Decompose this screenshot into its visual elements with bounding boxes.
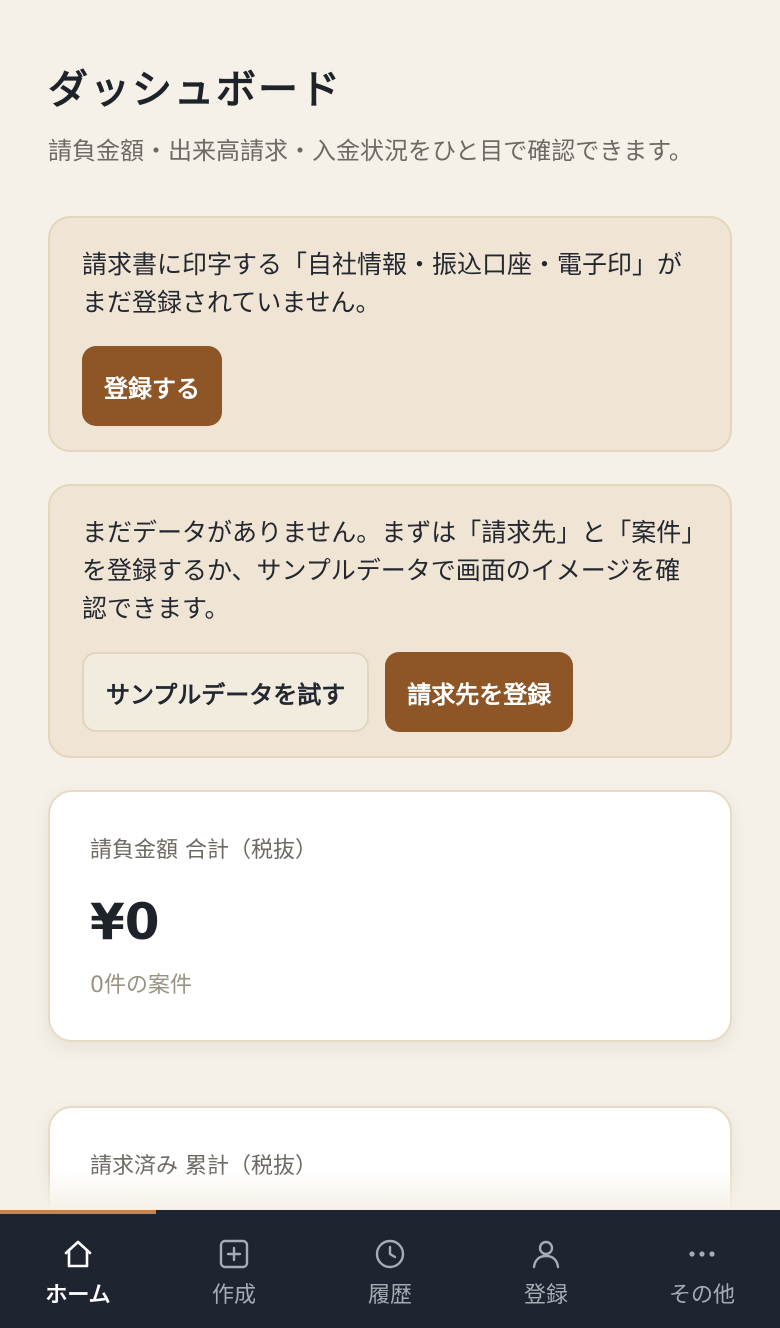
page-title: ダッシュボード <box>48 66 342 113</box>
main-content: ダッシュボード 請負金額・出来高請求・入金状況をひと目で確認できます。 請求書に… <box>0 0 780 1246</box>
nav-fade <box>0 1170 780 1210</box>
clock-icon <box>372 1236 408 1272</box>
bottom-navigation: ホーム 作成 履歴 登録 その他 <box>0 1210 780 1328</box>
try-sample-data-button[interactable]: サンプルデータを試す <box>82 652 370 732</box>
active-tab-indicator <box>0 1210 156 1214</box>
nav-label-history: 履歴 <box>367 1283 412 1308</box>
empty-data-actions: サンプルデータを試す 請求先を登録 <box>82 652 698 732</box>
empty-data-notice-text: まだデータがありません。まずは「請求先」と「案件」を登録するか、サンプルデータで… <box>82 518 694 623</box>
register-company-button[interactable]: 登録する <box>82 346 222 426</box>
contract-total-value: ¥0 <box>90 893 160 951</box>
nav-label-register: 登録 <box>523 1283 568 1308</box>
nav-item-register[interactable]: 登録 <box>468 1210 624 1328</box>
empty-data-notice: まだデータがありません。まずは「請求先」と「案件」を登録するか、サンプルデータで… <box>48 484 732 758</box>
more-icon <box>684 1236 720 1272</box>
nav-label-create: 作成 <box>211 1283 256 1308</box>
contract-total-card: 請負金額 合計（税抜） ¥0 0件の案件 <box>48 790 732 1042</box>
contract-total-label: 請負金額 合計（税抜） <box>90 838 317 863</box>
nav-label-home: ホーム <box>45 1283 111 1308</box>
nav-item-more[interactable]: その他 <box>624 1210 780 1328</box>
nav-item-history[interactable]: 履歴 <box>312 1210 468 1328</box>
nav-item-create[interactable]: 作成 <box>156 1210 312 1328</box>
page-subtitle: 請負金額・出来高請求・入金状況をひと目で確認できます。 <box>48 137 693 165</box>
user-icon <box>528 1236 564 1272</box>
company-info-notice: 請求書に印字する「自社情報・振込口座・電子印」がまだ登録されていません。 登録す… <box>48 216 732 452</box>
company-info-notice-text: 請求書に印字する「自社情報・振込口座・電子印」がまだ登録されていません。 <box>82 250 683 317</box>
nav-label-more: その他 <box>668 1283 735 1308</box>
project-count: 0件の案件 <box>90 973 192 998</box>
plus-square-icon <box>216 1236 252 1272</box>
register-client-button[interactable]: 請求先を登録 <box>385 652 574 732</box>
nav-item-home[interactable]: ホーム <box>0 1210 156 1328</box>
company-info-actions: 登録する <box>82 346 698 426</box>
home-icon <box>60 1236 96 1272</box>
dashboard-screen: ダッシュボード 請負金額・出来高請求・入金状況をひと目で確認できます。 請求書に… <box>0 0 780 1328</box>
